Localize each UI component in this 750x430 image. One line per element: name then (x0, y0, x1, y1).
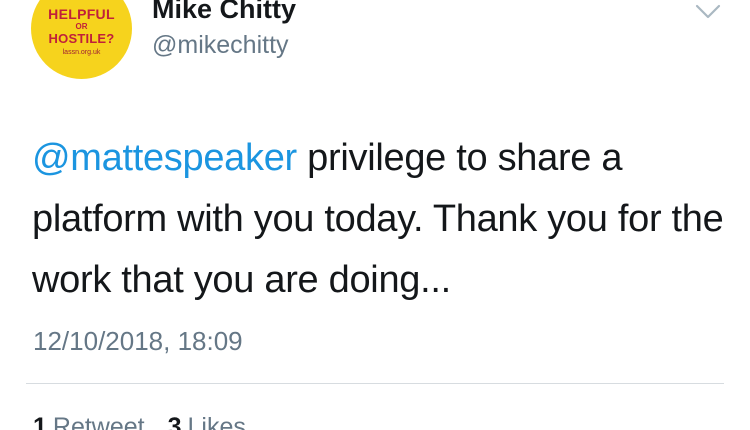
avatar[interactable]: HELPFUL OR HOSTILE? lassn.org.uk (31, 0, 132, 79)
author-name[interactable]: Mike Chitty (152, 0, 296, 25)
retweets-count: 1 (33, 413, 47, 430)
likes-label: Likes (187, 413, 246, 430)
mention-link[interactable]: @mattespeaker (32, 137, 297, 179)
avatar-text-line4: lassn.org.uk (62, 49, 101, 56)
avatar-text-line2: OR (75, 22, 88, 31)
author-handle[interactable]: @mikechitty (152, 31, 289, 60)
avatar-text-line1: HELPFUL (48, 6, 115, 22)
tweet-detail: HELPFUL OR HOSTILE? lassn.org.uk Mike Ch… (0, 0, 750, 430)
divider (26, 383, 724, 384)
tweet-stats: 1 Retweet 3 Likes (33, 413, 262, 430)
avatar-text-line3: HOSTILE? (48, 31, 115, 46)
tweet-text: @mattespeaker privilege to share a platf… (32, 128, 732, 311)
likes-count: 3 (167, 413, 182, 430)
retweets-label: Retweet (52, 413, 145, 430)
chevron-down-icon[interactable] (694, 0, 722, 22)
likes-stat[interactable]: 3 Likes (168, 413, 246, 430)
tweet-timestamp[interactable]: 12/10/2018, 18:09 (33, 326, 243, 357)
retweets-stat[interactable]: 1 Retweet (33, 413, 145, 430)
